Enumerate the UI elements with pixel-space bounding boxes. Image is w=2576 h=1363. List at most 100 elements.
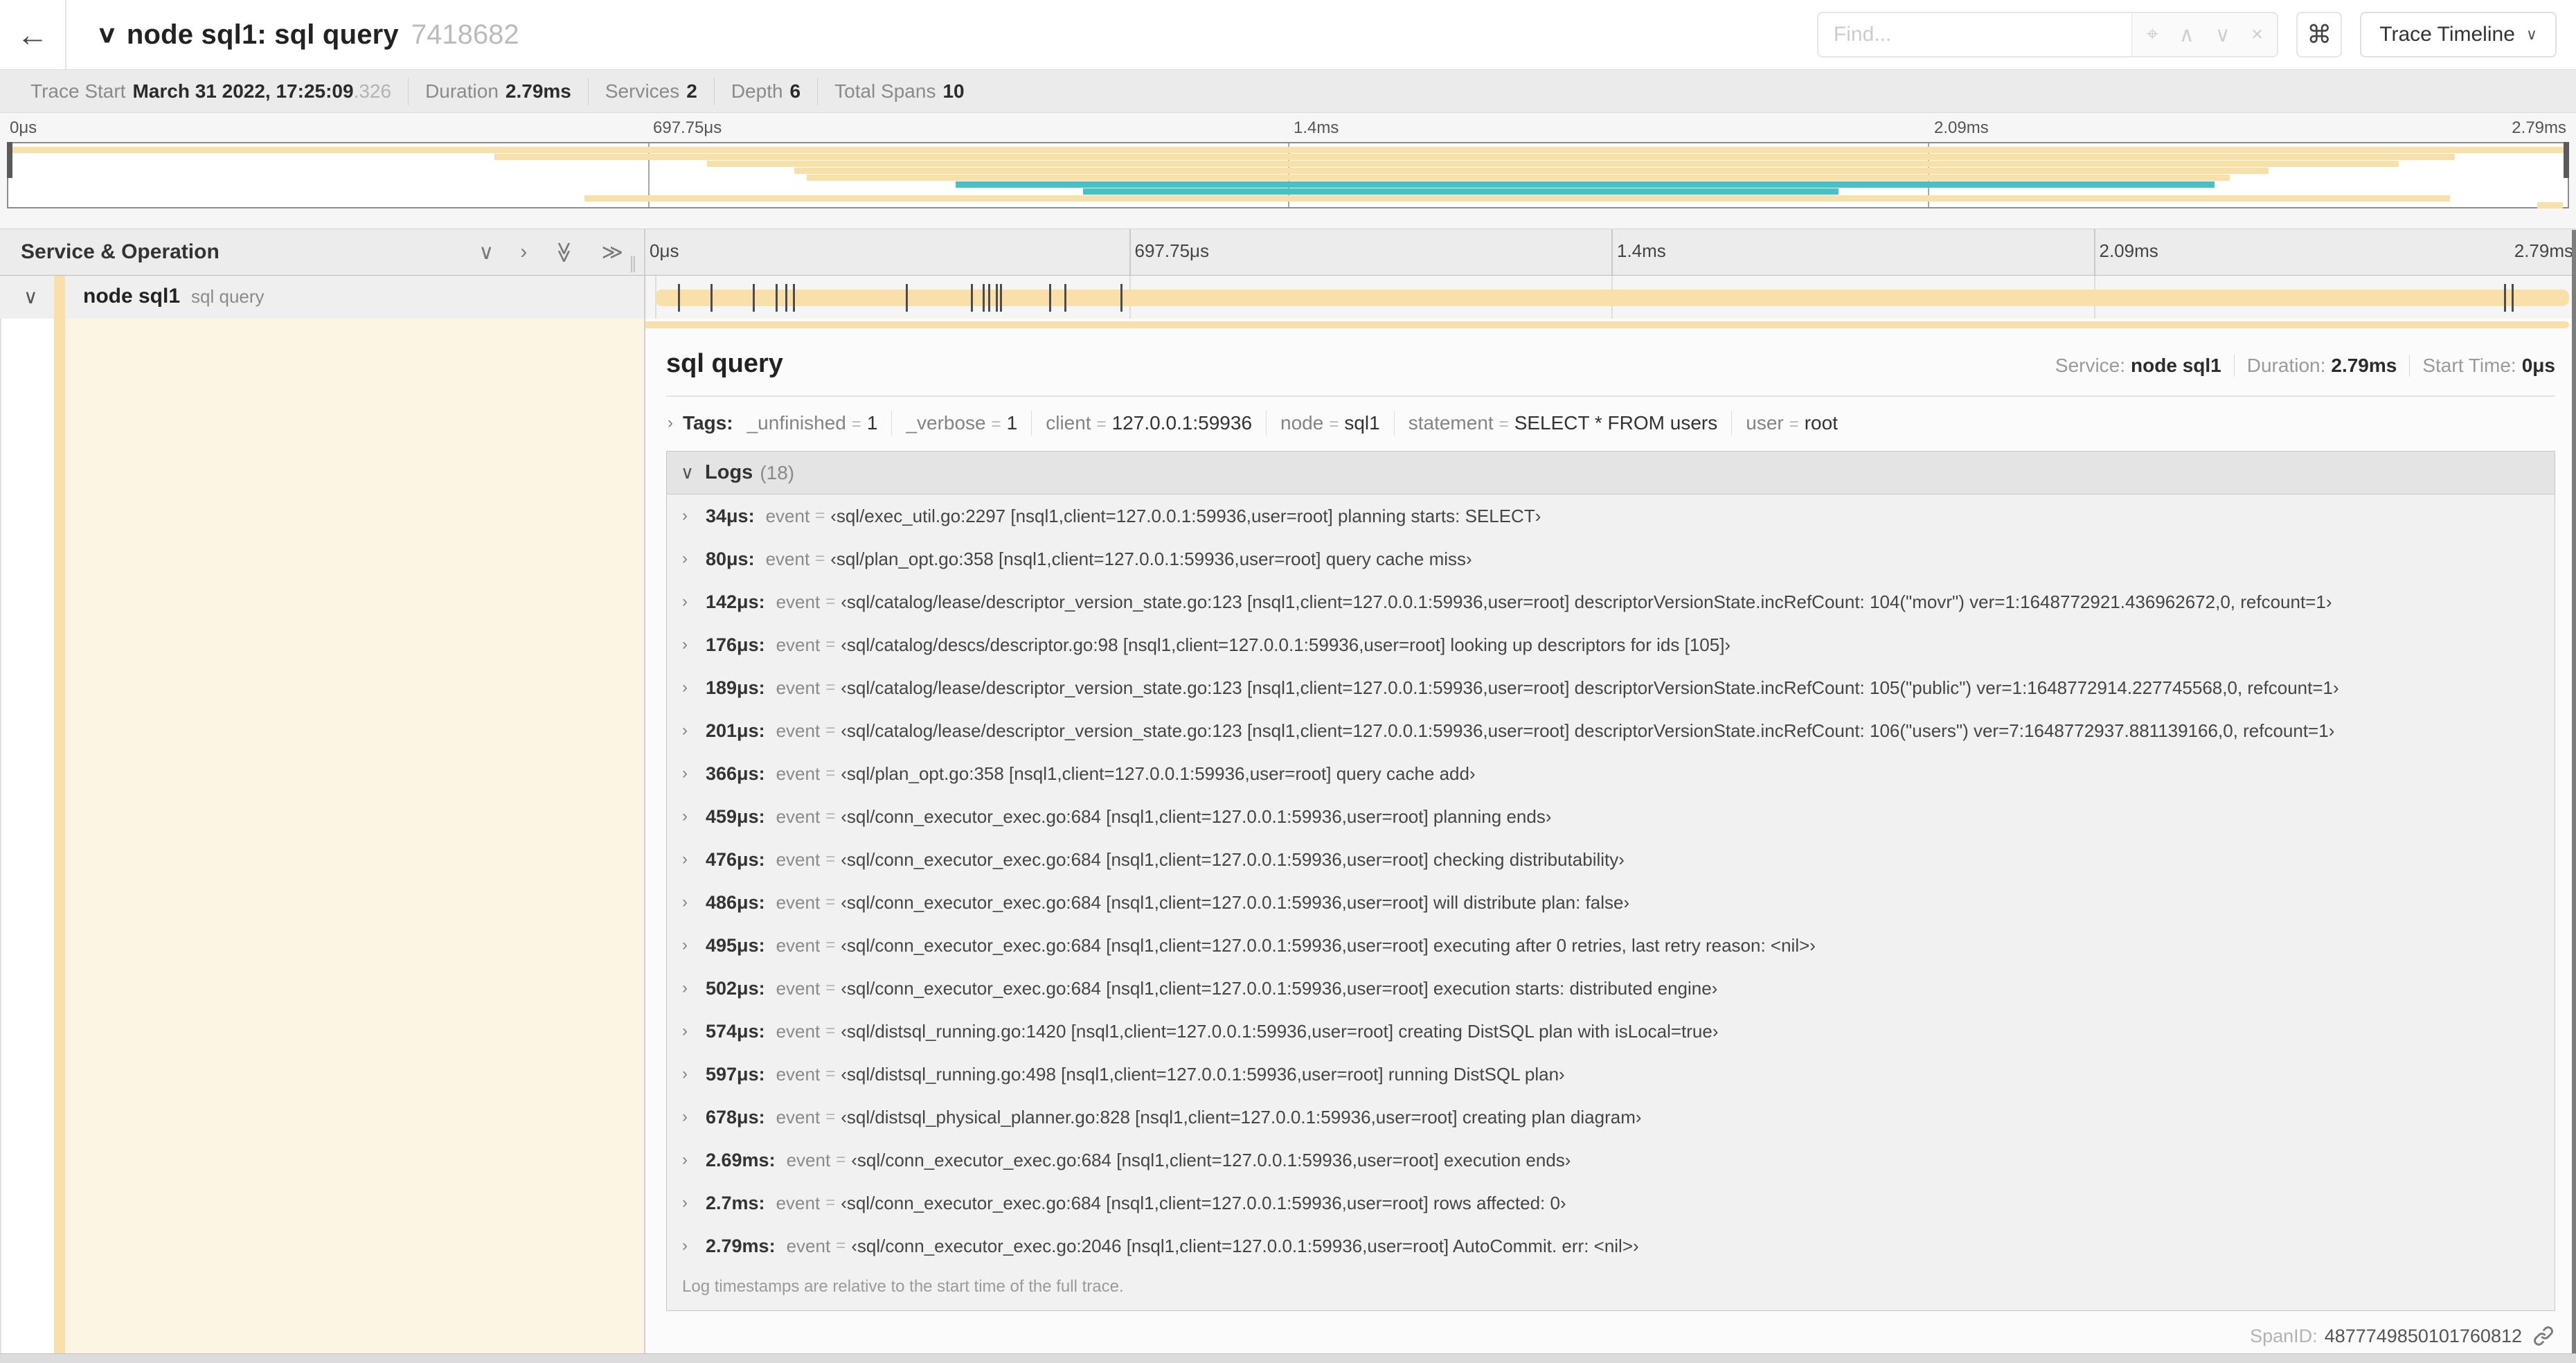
log-marker-tick[interactable] — [1120, 284, 1122, 312]
right-scrollbar[interactable] — [2572, 230, 2576, 1353]
log-marker-tick[interactable] — [1064, 284, 1067, 312]
log-timestamp: 495μs: — [706, 934, 765, 956]
log-marker-tick[interactable] — [776, 284, 778, 312]
log-value: ‹sql/plan_opt.go:358 [nsql1,client=127.0… — [830, 548, 1472, 569]
log-entry[interactable]: › 574μs: event = ‹sql/distsql_running.go… — [667, 1010, 2555, 1053]
find-input[interactable] — [1818, 13, 2131, 56]
log-marker-tick[interactable] — [752, 284, 755, 312]
span-collapse-chevron-icon[interactable]: ∨ — [24, 285, 38, 308]
log-entry[interactable]: › 678μs: event = ‹sql/distsql_physical_p… — [667, 1096, 2555, 1139]
log-entry[interactable]: › 495μs: event = ‹sql/conn_executor_exec… — [667, 924, 2555, 967]
minimap-canvas[interactable] — [7, 142, 2569, 208]
log-marker-tick[interactable] — [987, 284, 990, 312]
timeline-header-row: Service & Operation ∨ › ≫ ≫ ∥ 0μs 697.75μ… — [0, 229, 2576, 276]
log-value: ‹sql/plan_opt.go:358 [nsql1,client=127.0… — [841, 763, 1476, 784]
link-icon[interactable] — [2532, 1324, 2555, 1348]
log-value: ‹sql/distsql_physical_planner.go:828 [ns… — [841, 1106, 1642, 1128]
chevron-right-icon[interactable]: › — [682, 721, 688, 740]
span-name-cell[interactable]: ∨ node sql1 sql query — [0, 276, 645, 319]
log-entry[interactable]: › 80μs: event = ‹sql/plan_opt.go:358 [ns… — [667, 537, 2555, 580]
log-entry[interactable]: › 366μs: event = ‹sql/plan_opt.go:358 [n… — [667, 752, 2555, 795]
minimap-left-scrubber[interactable] — [7, 142, 12, 178]
locate-icon[interactable]: ⌖ — [2147, 23, 2158, 46]
chevron-right-icon[interactable]: › — [682, 850, 688, 869]
chevron-right-icon[interactable]: › — [682, 807, 688, 826]
chevron-right-icon[interactable]: › — [682, 592, 688, 612]
log-marker-tick[interactable] — [710, 284, 713, 312]
service-name: node sql1 sql query — [83, 285, 265, 308]
log-entry[interactable]: › 2.79ms: event = ‹sql/conn_executor_exe… — [667, 1224, 2555, 1267]
log-entry[interactable]: › 2.69ms: event = ‹sql/conn_executor_exe… — [667, 1139, 2555, 1182]
chevron-right-icon[interactable]: › — [682, 678, 688, 697]
span-bar-cell[interactable] — [647, 276, 2576, 319]
span-duration-bar[interactable] — [655, 289, 2569, 306]
log-entry[interactable]: › 597μs: event = ‹sql/distsql_running.go… — [667, 1053, 2555, 1096]
collapse-all-icon[interactable]: ≫ — [552, 241, 576, 262]
span-row[interactable]: ∨ node sql1 sql query — [0, 276, 2576, 319]
chevron-right-icon[interactable]: › — [682, 1064, 688, 1084]
log-entry[interactable]: › 142μs: event = ‹sql/catalog/lease/desc… — [667, 580, 2555, 623]
keyboard-shortcuts-button[interactable]: ⌘ — [2296, 12, 2343, 57]
minimap-tick-label: 0μs — [10, 118, 37, 137]
log-entry[interactable]: › 2.7ms: event = ‹sql/conn_executor_exec… — [667, 1182, 2555, 1224]
chevron-right-icon[interactable]: › — [682, 549, 688, 569]
tags-label: Tags: — [683, 412, 733, 434]
log-marker-tick[interactable] — [995, 284, 998, 312]
chevron-right-icon[interactable]: › — [682, 635, 688, 654]
log-marker-tick[interactable] — [999, 284, 1002, 312]
chevron-right-icon[interactable]: › — [682, 1022, 688, 1041]
log-value: ‹sql/catalog/descs/descriptor.go:98 [nsq… — [841, 634, 1731, 655]
chevron-right-icon[interactable]: › — [668, 413, 673, 433]
log-entry[interactable]: › 486μs: event = ‹sql/conn_executor_exec… — [667, 881, 2555, 924]
view-selector-button[interactable]: Trace Timeline ∨ — [2360, 12, 2557, 57]
equals-sign: = — [815, 506, 825, 525]
log-timestamp: 201μs: — [706, 720, 765, 741]
collapse-one-icon[interactable]: ∨ — [478, 240, 494, 265]
expand-all-icon[interactable]: ≫ — [602, 240, 623, 265]
log-entry[interactable]: › 189μs: event = ‹sql/catalog/lease/desc… — [667, 666, 2555, 709]
expand-one-icon[interactable]: › — [520, 240, 527, 264]
log-marker-tick[interactable] — [785, 284, 787, 312]
chevron-right-icon[interactable]: › — [682, 764, 688, 783]
back-button[interactable]: ← — [0, 0, 66, 69]
log-marker-tick[interactable] — [2512, 284, 2514, 312]
column-resizer-grip[interactable]: ∥ — [629, 253, 637, 274]
clear-search-icon[interactable]: × — [2251, 23, 2264, 46]
chevron-right-icon[interactable]: › — [682, 1107, 688, 1127]
span-id-row: SpanID: 4877749850101760812 — [2250, 1324, 2555, 1348]
bottom-scrollbar-track[interactable] — [0, 1353, 2576, 1363]
minimap-tick-label: 2.09ms — [1934, 118, 1989, 137]
log-entry[interactable]: › 201μs: event = ‹sql/catalog/lease/desc… — [667, 709, 2555, 752]
log-key: event — [786, 1235, 831, 1256]
chevron-right-icon[interactable]: › — [682, 1236, 688, 1256]
chevron-right-icon[interactable]: › — [682, 893, 688, 912]
log-entry[interactable]: › 176μs: event = ‹sql/catalog/descs/desc… — [667, 623, 2555, 666]
detail-title-row: sql query Service: node sql1 Duration: 2.7… — [666, 349, 2555, 379]
log-marker-tick[interactable] — [982, 284, 985, 312]
log-marker-tick[interactable] — [2504, 284, 2507, 312]
chevron-right-icon[interactable]: › — [682, 1150, 688, 1170]
minimap-right-scrubber[interactable] — [2564, 142, 2569, 178]
log-key: event — [776, 1192, 821, 1213]
log-key: event — [776, 634, 821, 655]
log-entry[interactable]: › 476μs: event = ‹sql/conn_executor_exec… — [667, 838, 2555, 881]
logs-footnote: Log timestamps are relative to the start… — [682, 1277, 1124, 1296]
log-marker-tick[interactable] — [906, 284, 909, 312]
log-marker-tick[interactable] — [1049, 284, 1052, 312]
chevron-right-icon[interactable]: › — [682, 506, 688, 526]
chevron-right-icon[interactable]: › — [682, 1193, 688, 1213]
log-marker-tick[interactable] — [678, 284, 681, 312]
chevron-right-icon[interactable]: › — [682, 979, 688, 998]
tags-row[interactable]: › Tags: _unfinished = 1 _verbose = 1 client =… — [666, 397, 2555, 447]
log-marker-tick[interactable] — [793, 284, 795, 312]
chevron-right-icon[interactable]: › — [682, 936, 688, 955]
trace-collapse-chevron-icon[interactable]: ∨ — [96, 21, 118, 48]
prev-result-icon[interactable]: ∧ — [2179, 23, 2194, 47]
next-result-icon[interactable]: ∨ — [2215, 23, 2230, 47]
logs-header[interactable]: ∨ Logs (18) — [667, 452, 2555, 495]
log-entry[interactable]: › 34μs: event = ‹sql/exec_util.go:2297 [… — [667, 495, 2555, 537]
log-entry[interactable]: › 459μs: event = ‹sql/conn_executor_exec… — [667, 795, 2555, 838]
log-timestamp: 80μs: — [706, 548, 755, 569]
log-marker-tick[interactable] — [971, 284, 974, 312]
log-entry[interactable]: › 502μs: event = ‹sql/conn_executor_exec… — [667, 967, 2555, 1010]
